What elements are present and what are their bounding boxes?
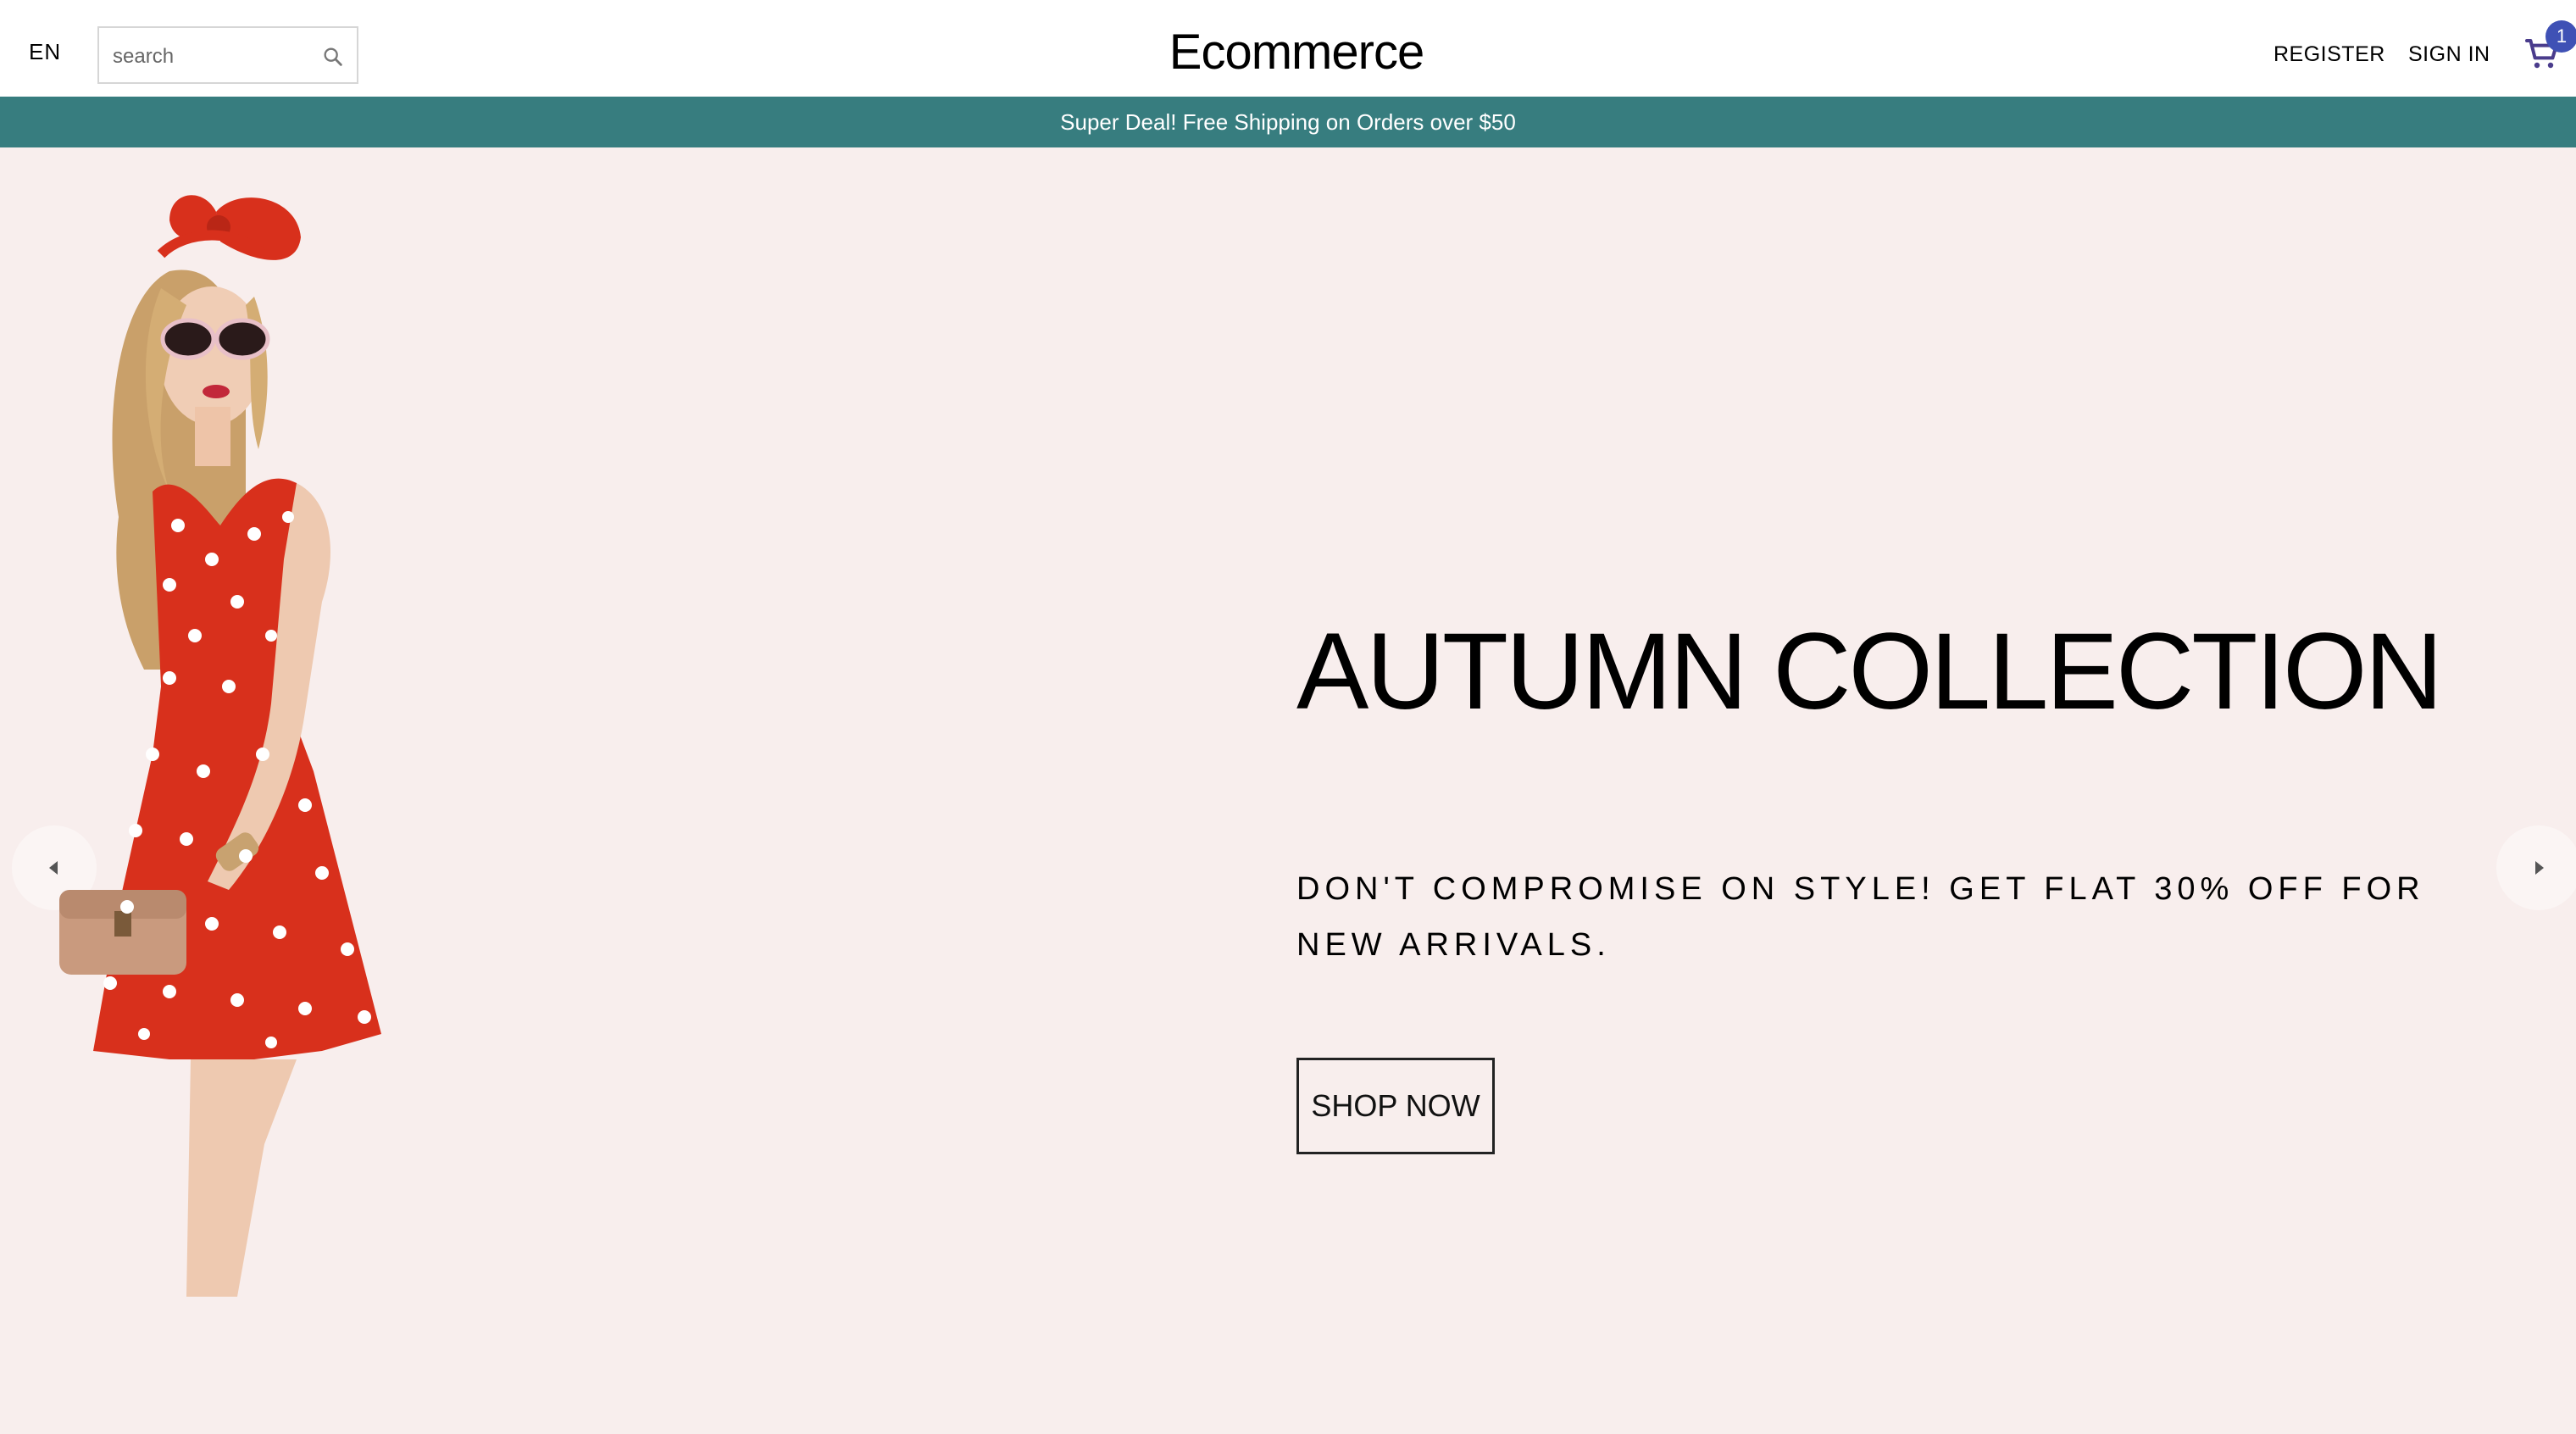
navbar: EN Ecommerce REGISTER SIGN IN 1 <box>0 0 2576 97</box>
search-icon[interactable] <box>321 45 345 69</box>
slide-title: AUTUMN COLLECTION <box>1296 611 2443 732</box>
model-image <box>59 195 381 1297</box>
language-selector[interactable]: EN <box>29 39 61 65</box>
slide-description: DON'T COMPROMISE ON STYLE! GET FLAT 30% … <box>1296 871 2425 963</box>
hero-slider: AUTUMN COLLECTION DON'T COMPROMISE ON ST… <box>0 147 2576 1434</box>
site-logo[interactable]: Ecommerce <box>1161 24 1432 81</box>
arrow-right-icon[interactable] <box>2496 825 2576 910</box>
shop-now-button[interactable]: SHOP NOW <box>1296 1058 1495 1154</box>
search-input[interactable] <box>111 40 318 74</box>
search-box[interactable] <box>97 26 358 84</box>
register-link[interactable]: REGISTER <box>2273 42 2385 67</box>
sign-in-link[interactable]: SIGN IN <box>2408 42 2490 67</box>
announcement-bar: Super Deal! Free Shipping on Orders over… <box>0 97 2576 147</box>
cart-count-badge: 1 <box>2545 20 2576 53</box>
